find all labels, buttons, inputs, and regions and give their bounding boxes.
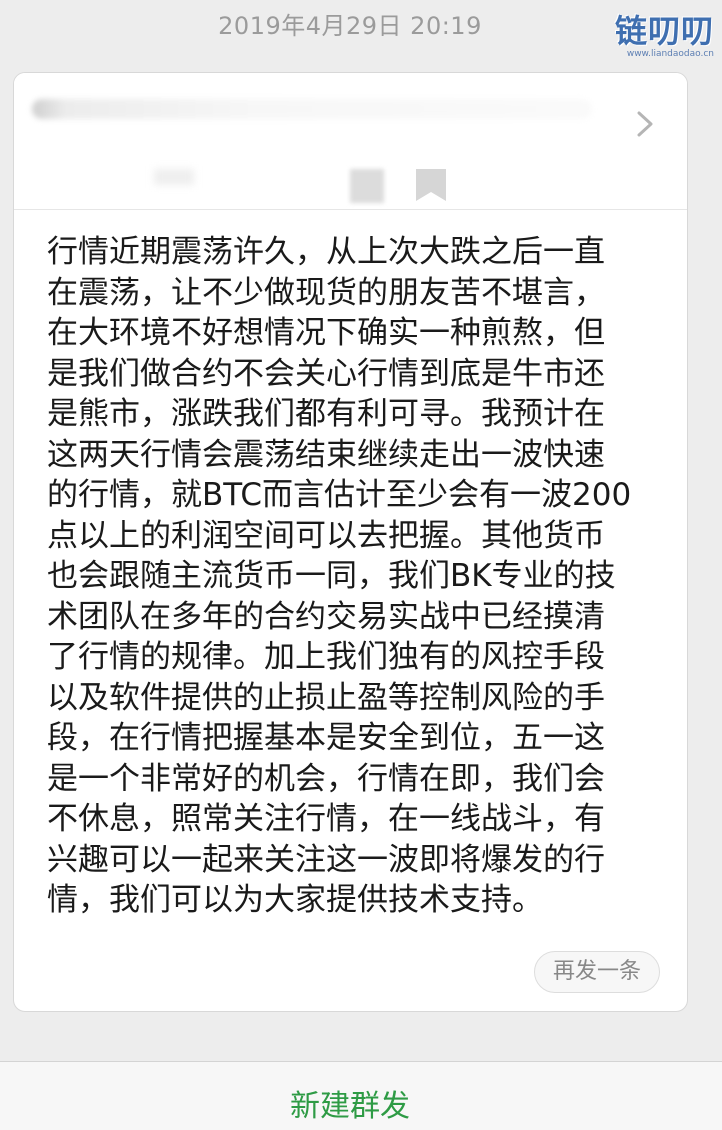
bottom-bar: 新建群发 (0, 1061, 722, 1130)
watermark-subtext: www.liandaodao.cn (626, 49, 714, 59)
message-line: 了行情的规律。加上我们独有的风控手段 (47, 639, 605, 675)
chevron-right-icon[interactable] (633, 107, 657, 141)
chat-screen: 2019年4月29日 20:19 链叨叨 www.liandaodao.cn 再… (0, 0, 722, 1130)
new-broadcast-button[interactable]: 新建群发 (0, 1062, 700, 1130)
message-line: 的行情，就BTC而言估计至少会有一波200 (47, 477, 632, 513)
blurred-avatar (154, 169, 194, 185)
watermark-text: 链叨叨 (614, 12, 714, 50)
message-line: 是熊市，涨跌我们都有利可寻。我预计在 (47, 396, 605, 432)
blurred-avatar (350, 169, 384, 203)
message-body: 行情近期震荡许久，从上次大跌之后一直 在震荡，让不少做现货的朋友苦不堪言， 在大… (47, 232, 667, 921)
message-line: 不休息，照常关注行情，在一线战斗，有 (47, 801, 605, 837)
message-line: 以及软件提供的止损止盈等控制风险的手 (47, 679, 605, 716)
recipient-header[interactable] (14, 73, 687, 210)
message-line: 情，我们可以为大家提供技术支持。 (47, 882, 543, 918)
message-line: 点以上的利润空间可以去把握。其他货币 (47, 517, 605, 554)
message-line: 段，在行情把握基本是安全到位，五一这 (47, 720, 605, 756)
message-line: 这两天行情会震荡结束继续走出一波快速 (47, 436, 605, 473)
watermark-logo: 链叨叨 www.liandaodao.cn (582, 14, 714, 64)
message-line: 是我们做合约不会关心行情到底是牛市还 (47, 355, 605, 392)
message-line: 行情近期震荡许久，从上次大跌之后一直 (47, 234, 605, 270)
message-line: 也会跟随主流货币一同，我们BK专业的技 (47, 558, 616, 594)
bookmark-icon (416, 169, 446, 201)
recipient-list-blurred (32, 99, 592, 119)
message-line: 术团队在多年的合约交易实战中已经摸清 (47, 598, 605, 635)
message-line: 兴趣可以一起来关注这一波即将爆发的行 (47, 841, 605, 878)
message-line: 在震荡，让不少做现货的朋友苦不堪言， (47, 274, 605, 311)
message-line: 在大环境不好想情况下确实一种煎熬，但 (47, 315, 605, 351)
message-line: 是一个非常好的机会，行情在即，我们会 (47, 760, 605, 797)
resend-button[interactable]: 再发一条 (534, 951, 660, 993)
